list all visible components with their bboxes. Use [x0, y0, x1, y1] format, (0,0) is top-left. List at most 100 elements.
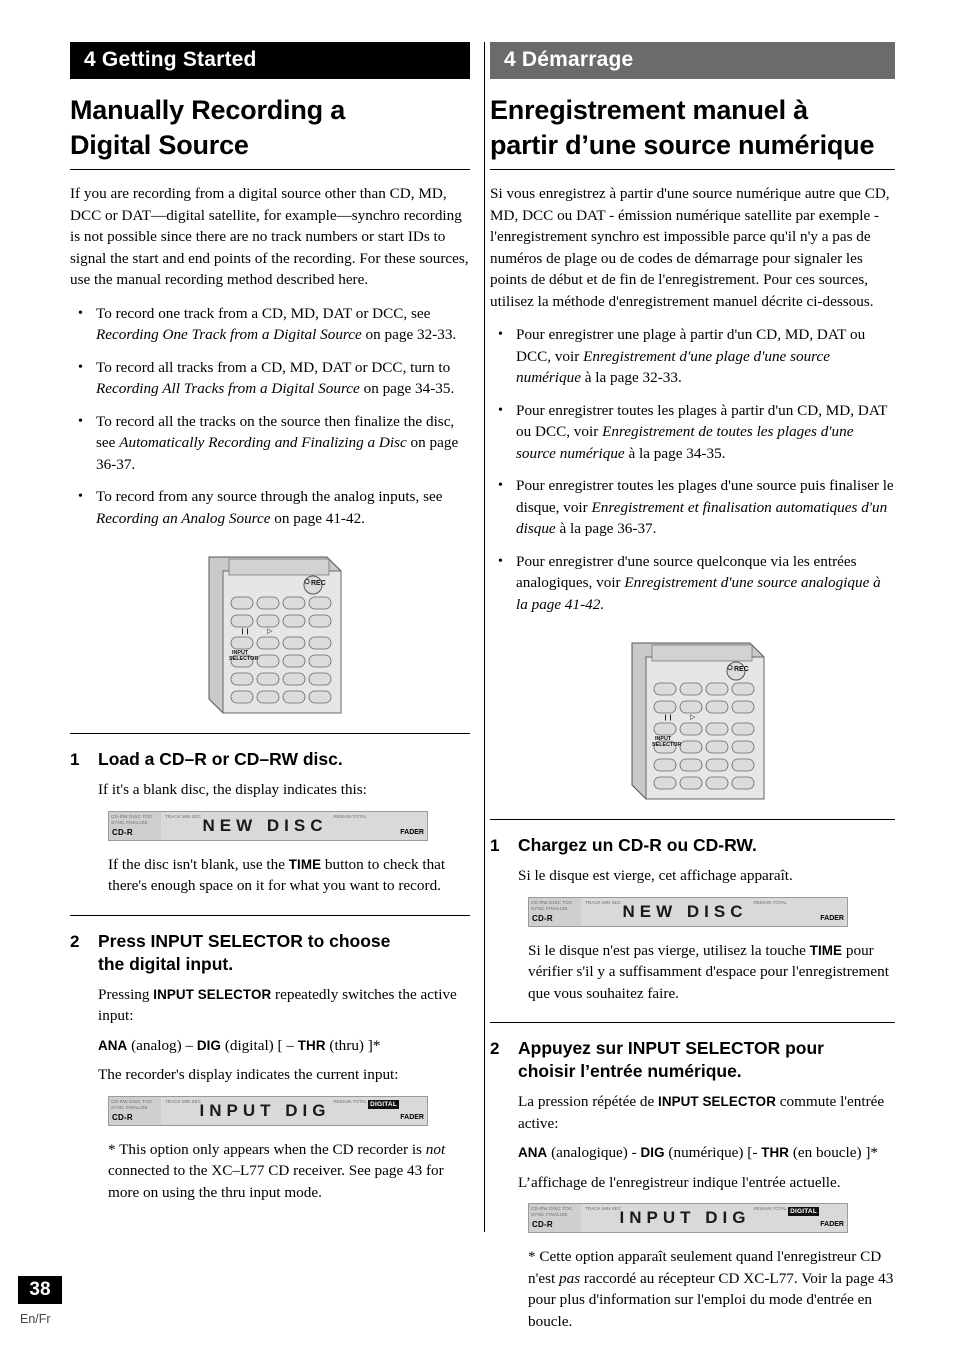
- page-title-left-line2: Digital Source: [70, 130, 249, 160]
- lcd-left-indicators: CD-RW DISC TOC SYNC FINALIZE CD-R: [109, 811, 161, 840]
- list-item: To record from any source through the an…: [70, 486, 470, 529]
- step-number: 2: [490, 1039, 500, 1058]
- footnote-post: connected to the XC–L77 CD receiver. See…: [108, 1162, 444, 1201]
- intro-paragraph-left: If you are recording from a digital sour…: [70, 185, 469, 288]
- lcd-micro-top-right: REMAIN TOTAL: [333, 813, 367, 819]
- step2-paragraph: La pression répétée de INPUT SELECTOR co…: [518, 1091, 895, 1134]
- svg-text:REC: REC: [311, 580, 326, 587]
- step2-paragraph-2: L’affichage de l'enregistreur indique l'…: [518, 1173, 841, 1191]
- list-item: To record all the tracks on the source t…: [70, 411, 470, 476]
- step-2-right: 2 Appuyez sur INPUT SELECTOR pour choisi…: [490, 1037, 895, 1193]
- bullet-italic: Recording All Tracks from a Digital Sour…: [96, 380, 360, 397]
- lcd-fader-indicator: FADER: [400, 828, 424, 836]
- step2-modes: ANA (analog) – DIG (digital) [ – THR (th…: [98, 1035, 470, 1057]
- step2-p-pre: Pressing: [98, 985, 154, 1003]
- lcd-main-text: NEW DISC: [202, 815, 328, 835]
- list-item: Pour enregistrer toutes les plages à par…: [490, 400, 895, 465]
- lcd-display-input-dig-left: CD-RW DISC TOC SYNC FINALIZE CD-R TRACK …: [108, 1095, 428, 1126]
- mode-dig-text: (numérique) [-: [664, 1144, 762, 1161]
- list-item: To record all tracks from a CD, MD, DAT …: [70, 357, 470, 400]
- step2-modes: ANA (analogique) - DIG (numérique) [- TH…: [518, 1142, 895, 1164]
- step1-note-pre: Si le disque n'est pas vierge, utilisez …: [528, 941, 810, 959]
- step-title-line1: Press INPUT SELECTOR to choose: [98, 930, 391, 951]
- lcd-micro-top-right: REMAIN TOTAL: [753, 899, 787, 905]
- step-title-line2: the digital input.: [98, 953, 234, 974]
- lcd-fader-indicator: FADER: [400, 1113, 424, 1121]
- mode-ana: ANA: [518, 1145, 548, 1160]
- list-item: Pour enregistrer d'une source quelconque…: [490, 551, 895, 616]
- bullet-tail: à la page 36-37.: [555, 520, 657, 537]
- step-2-left: 2 Press INPUT SELECTOR to choose the dig…: [70, 930, 470, 1086]
- lcd-left-indicators: CD-RW DISC TOC SYNC FINALIZE CD-R: [109, 1096, 161, 1125]
- footnote-right: * Cette option apparaît seulement quand …: [528, 1246, 895, 1332]
- svg-text:SELECTOR: SELECTOR: [652, 742, 681, 748]
- bullet-tail: à la page 34-35.: [624, 444, 726, 462]
- lcd-micro-top-right: REMAIN TOTAL: [333, 1098, 367, 1104]
- svg-text:SELECTOR: SELECTOR: [229, 656, 258, 662]
- remote-control-illustration: REC ❙❙ ▷ INPUT SELECTOR: [208, 556, 342, 714]
- step1-note-bold: TIME: [809, 942, 843, 958]
- step-separator-right-2: [490, 1022, 895, 1023]
- bullet-tail: à la page 32-33.: [580, 369, 682, 386]
- lcd-left-indicators: CD-RW DISC TOC SYNC FINALIZE CD-R: [529, 1204, 581, 1232]
- title-rule-right: [490, 169, 895, 170]
- step-title-line1: Appuyez sur INPUT SELECTOR pour: [518, 1038, 824, 1058]
- mode-ana-text: (analog) –: [127, 1036, 197, 1054]
- footnote-pre: * This option only appears when the CD r…: [108, 1140, 426, 1158]
- list-item: To record one track from a CD, MD, DAT o…: [70, 303, 470, 346]
- mode-dig: DIG: [196, 1037, 222, 1053]
- lcd-micro-label-1: CD-RW DISC TOC: [531, 899, 573, 905]
- lcd-micro-top-left: TRACK MIN SEC: [585, 1206, 621, 1211]
- play-icon: ▷: [267, 628, 273, 635]
- footnote-italic: pas: [559, 1269, 581, 1287]
- step-content: Chargez un CD-R ou CD-RW. Si le disque e…: [518, 834, 895, 887]
- bullet-list-right: Pour enregistrer une plage à partir d'un…: [490, 324, 895, 615]
- step-content: Load a CD–R or CD–RW disc. If it's a bla…: [98, 748, 470, 801]
- step-number: 1: [490, 836, 500, 855]
- step-separator-left-1: [70, 733, 470, 734]
- lcd-display-new-disc-left: CD-RW DISC TOC SYNC FINALIZE CD-R TRACK …: [108, 810, 428, 841]
- lcd-micro-label-2: SYNC FINALIZE: [531, 1212, 568, 1217]
- lcd-micro-top-left: TRACK MIN SEC: [165, 813, 201, 819]
- page-title-right-line1: Enregistrement manuel à: [490, 95, 809, 125]
- step-content: Appuyez sur INPUT SELECTOR pour choisir …: [518, 1037, 895, 1193]
- step-number: 1: [70, 750, 80, 769]
- lcd-main-text: INPUT DIG: [199, 1100, 331, 1120]
- mode-dig-text: (digital) [ –: [221, 1036, 298, 1054]
- left-column: 4 Getting Started Manually Recording a D…: [70, 42, 470, 1203]
- step2-paragraph-2: The recorder's display indicates the cur…: [98, 1066, 399, 1083]
- mode-thr: THR: [297, 1037, 326, 1053]
- lcd-main-text: NEW DISC: [622, 901, 748, 921]
- document-page: 4 Getting Started Manually Recording a D…: [0, 0, 954, 1348]
- play-icon: ▷: [690, 714, 696, 721]
- remote-control-illustration: REC ❙❙ ▷ INPUT SELECTOR: [631, 642, 764, 800]
- lcd-micro-label-2: SYNC FINALIZE: [531, 905, 568, 911]
- step1-note-left: If the disc isn't blank, use the TIME bu…: [108, 854, 470, 897]
- bullet-list-left: To record one track from a CD, MD, DAT o…: [70, 303, 470, 530]
- step-title: Load a CD–R or CD–RW disc.: [98, 749, 343, 769]
- footnote-italic: not: [425, 1140, 446, 1158]
- lcd-right-indicators: DIGITAL FADER: [788, 1204, 847, 1232]
- page-title-right: Enregistrement manuel à partir d’une sou…: [490, 93, 895, 163]
- chapter-banner-left: 4 Getting Started: [70, 42, 470, 79]
- list-item: Pour enregistrer une plage à partir d'un…: [490, 324, 895, 389]
- lcd-digital-indicator: DIGITAL: [368, 1099, 399, 1109]
- mode-thr-text: (en boucle) ]*: [789, 1144, 879, 1161]
- lcd-digital-indicator: DIGITAL: [788, 1207, 819, 1216]
- step-content: Press INPUT SELECTOR to choose the digit…: [98, 930, 470, 1086]
- bullet-italic: Recording One Track from a Digital Sourc…: [96, 326, 362, 343]
- lcd-main-text: INPUT DIG: [619, 1208, 751, 1227]
- step2-p-pre: La pression répétée de: [518, 1093, 658, 1110]
- step1-note-right: Si le disque n'est pas vierge, utilisez …: [528, 940, 895, 1005]
- lcd-cdr-indicator: CD-R: [532, 1220, 553, 1229]
- intro-paragraph-right: Si vous enregistrez à partir d'une sourc…: [490, 185, 890, 310]
- mode-thr-text: (thru) ]*: [325, 1036, 381, 1054]
- lcd-micro-top-left: TRACK MIN SEC: [585, 899, 621, 905]
- lcd-right-indicators: DIGITAL FADER: [368, 1097, 427, 1125]
- bullet-tail: on page 34-35.: [359, 380, 455, 397]
- step1-note-pre: If the disc isn't blank, use the: [108, 855, 289, 873]
- step-separator-right-1: [490, 819, 895, 820]
- step-1-left: 1 Load a CD–R or CD–RW disc. If it's a b…: [70, 748, 470, 801]
- step-title: Chargez un CD-R ou CD-RW.: [518, 835, 757, 855]
- mode-ana: ANA: [98, 1037, 128, 1053]
